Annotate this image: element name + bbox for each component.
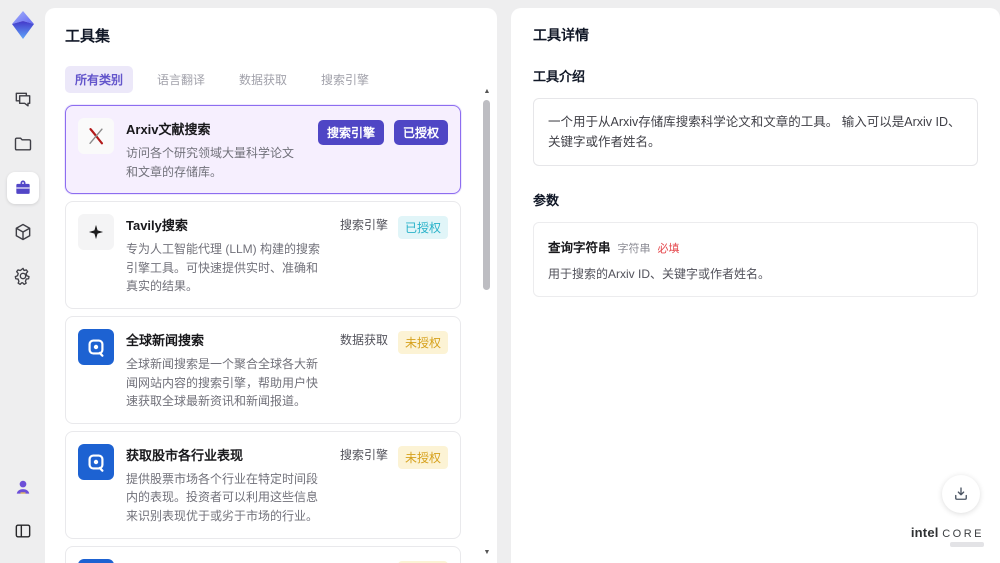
- arxiv-logo-icon: [78, 118, 114, 154]
- intel-core-logo: intel core: [911, 525, 984, 547]
- category-tag[interactable]: 搜索引擎: [317, 120, 384, 145]
- chat-icon: [13, 90, 33, 110]
- scroll-up-arrow[interactable]: ▲: [482, 86, 492, 96]
- parameter-description: 用于搜索的Arxiv ID、关键字或作者姓名。: [548, 267, 771, 281]
- tool-item-arxiv[interactable]: Arxiv文献搜索 访问各个研究领域大量科学论文和文章的存储库。 搜索引擎 已授…: [65, 105, 461, 195]
- stock-api-logo-icon: [78, 558, 114, 563]
- app-sidebar: [0, 0, 45, 563]
- tool-description: 全球新闻搜索是一个聚合全球各大新闻网站内容的搜索引擎，帮助用户快速获取全球最新资…: [126, 356, 319, 409]
- category-label: 搜索引擎: [339, 218, 388, 233]
- tool-list: Arxiv文献搜索 访问各个研究领域大量科学论文和文章的存储库。 搜索引擎 已授…: [65, 105, 477, 563]
- gear-icon: [13, 266, 33, 286]
- app-logo-icon[interactable]: [10, 10, 36, 40]
- tab-language-translation[interactable]: 语言翻译: [147, 66, 215, 93]
- download-icon: [952, 485, 970, 503]
- download-button[interactable]: [942, 475, 980, 513]
- parameter-required-flag: 必填: [657, 243, 680, 255]
- scrollbar-thumb[interactable]: [483, 100, 490, 290]
- tool-item-global-news[interactable]: 全球新闻搜索 全球新闻搜索是一个聚合全球各大新闻网站内容的搜索引擎，帮助用户快速…: [65, 315, 461, 424]
- sidebar-item-chat[interactable]: [7, 84, 39, 116]
- sidebar-item-tools[interactable]: [6, 172, 39, 204]
- tavily-star-icon: [78, 214, 114, 251]
- sidebar-item-plugins[interactable]: [7, 216, 39, 248]
- tool-title: Arxiv文献搜索: [126, 122, 211, 137]
- auth-status-badge: 未授权: [397, 330, 448, 354]
- auth-status-badge[interactable]: 已授权: [393, 120, 448, 145]
- params-heading: 参数: [533, 193, 560, 208]
- tool-details-panel: 工具详情 工具介绍 一个用于从Arxiv存储库搜索科学论文和文章的工具。 输入可…: [511, 8, 1000, 563]
- tool-description: 访问各个研究领域大量科学论文和文章的存储库。: [126, 146, 295, 179]
- panel-toggle-icon: [13, 521, 33, 541]
- page-title: 工具集: [65, 28, 111, 45]
- tool-item-active-stocks[interactable]: 获取市场最活跃股票信息 提供当天交易量最高的股票列表，投资者可以利用这些信息来识…: [65, 545, 461, 563]
- tools-panel: 工具集 所有类别 语言翻译 数据获取 搜索引擎 Arxiv文献搜索 访问各个研究…: [45, 8, 497, 563]
- category-label: 搜索引擎: [339, 447, 388, 462]
- intro-heading: 工具介绍: [533, 69, 586, 84]
- core-wordmark: core: [942, 528, 984, 540]
- parameter-card: 查询字符串 字符串 必填 用于搜索的Arxiv ID、关键字或作者姓名。: [533, 222, 978, 297]
- folder-icon: [13, 134, 33, 154]
- auth-status-badge: 已授权: [397, 216, 448, 240]
- tool-title: Tavily搜索: [126, 218, 188, 234]
- stock-api-logo-icon: [78, 443, 114, 480]
- sidebar-item-settings[interactable]: [7, 260, 39, 292]
- package-icon: [13, 222, 33, 242]
- sidebar-item-account[interactable]: [7, 471, 39, 503]
- briefcase-icon: [13, 178, 33, 198]
- parameter-type: 字符串: [617, 243, 651, 255]
- list-scrollbar[interactable]: ▲ ▼: [482, 86, 492, 557]
- tool-description: 提供股票市场各个行业在特定时间段内的表现。投资者可以利用这些信息来识别表现优于或…: [126, 471, 319, 523]
- parameter-name: 查询字符串: [548, 241, 611, 255]
- news-search-logo-icon: [78, 328, 114, 365]
- category-tabs: 所有类别 语言翻译 数据获取 搜索引擎: [65, 66, 477, 93]
- tool-title: 获取市场最活跃股票信息: [126, 560, 328, 563]
- tab-data-fetch[interactable]: 数据获取: [229, 66, 297, 93]
- tool-item-tavily[interactable]: Tavily搜索 专为人工智能代理 (LLM) 构建的搜索引擎工具。可快速提供实…: [65, 201, 461, 309]
- tool-title: 获取股市各行业表现: [126, 447, 244, 463]
- details-title: 工具详情: [533, 27, 589, 43]
- tool-intro-box: 一个用于从Arxiv存储库搜索科学论文和文章的工具。 输入可以是Arxiv ID…: [533, 98, 978, 166]
- user-avatar-icon: [13, 477, 33, 497]
- tool-item-stock-sectors[interactable]: 获取股市各行业表现 提供股票市场各个行业在特定时间段内的表现。投资者可以利用这些…: [65, 430, 461, 539]
- tool-description: 专为人工智能代理 (LLM) 构建的搜索引擎工具。可快速提供实时、准确和真实的结…: [126, 242, 321, 294]
- auth-status-badge: 未授权: [397, 445, 448, 469]
- scroll-down-arrow[interactable]: ▼: [482, 547, 492, 557]
- tool-title: 全球新闻搜索: [126, 332, 205, 348]
- intel-wordmark: intel: [910, 525, 939, 540]
- sidebar-item-collapse[interactable]: [7, 515, 39, 547]
- category-label: 数据获取: [339, 332, 388, 347]
- intel-core-sub-badge: [950, 542, 984, 547]
- sidebar-item-files[interactable]: [7, 128, 39, 160]
- tab-search-engine[interactable]: 搜索引擎: [311, 66, 379, 93]
- tab-all-categories[interactable]: 所有类别: [65, 66, 134, 93]
